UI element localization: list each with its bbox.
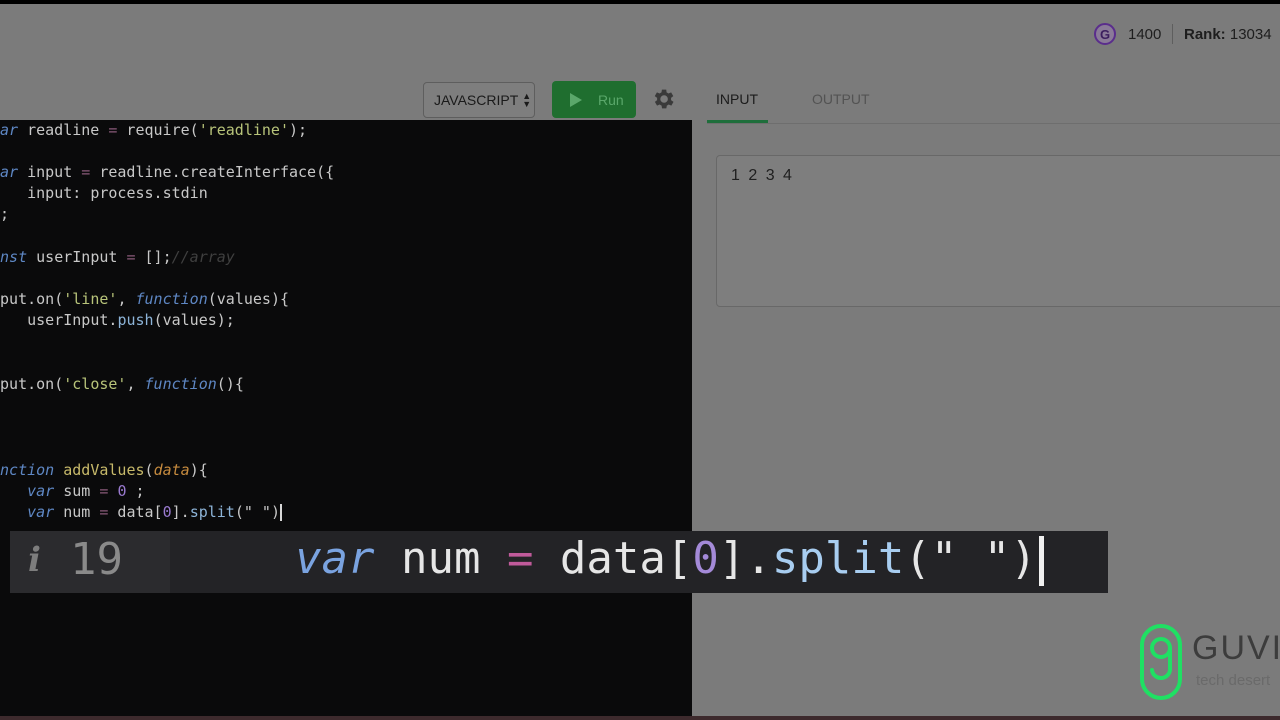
tab-divider (707, 123, 1280, 124)
tab-output[interactable]: OUTPUT (812, 91, 870, 107)
code-line-1: ar readline = require('readline'); (0, 120, 307, 141)
info-icon: i (28, 540, 41, 580)
brand-tagline: tech desert (1196, 672, 1271, 689)
token: (){ (216, 375, 244, 393)
code-line-4: input: process.stdin (0, 183, 208, 204)
token: ar (0, 121, 19, 139)
token: 'readline' (198, 121, 289, 139)
token: readline (18, 121, 109, 139)
token: , (117, 290, 136, 308)
bottom-edge (0, 716, 1280, 720)
zoomed-line-number: 19 (70, 534, 123, 585)
top-bar (0, 4, 1280, 68)
code-line-5: ); (0, 204, 9, 225)
code-line-13: nput.on('close', function(){ (0, 374, 244, 395)
token: onst (0, 248, 28, 266)
token: input (18, 163, 82, 181)
code-line-3: ar input = readline.createInterface({ (0, 162, 334, 183)
token: , (126, 375, 145, 393)
token: ]. (171, 503, 190, 521)
token: function (144, 375, 217, 393)
token: 0 (692, 533, 719, 584)
rank-display: Rank: 13034 (1184, 26, 1272, 43)
code-line-7: onst userInput = [];//array (0, 247, 235, 268)
language-select-value: JAVASCRIPT (434, 92, 519, 108)
token: 0 (162, 503, 172, 521)
token: ]. (718, 533, 772, 584)
play-icon (570, 92, 582, 107)
token: num (374, 533, 507, 584)
stdin-input-value: 1 2 3 4 (731, 167, 794, 184)
code-line-19: var num = data[0].split(" ") (0, 502, 282, 523)
stdin-input[interactable] (716, 155, 1280, 307)
token: ; (126, 482, 145, 500)
token: nput.on( (0, 375, 64, 393)
run-button[interactable]: Run (552, 81, 636, 118)
token: readline.createInterface({ (90, 163, 335, 181)
token: = (126, 248, 136, 266)
run-button-label: Run (598, 91, 624, 108)
token: require( (117, 121, 199, 139)
guvi-logo-icon (1140, 624, 1182, 700)
token: addValues (54, 461, 145, 479)
token: var (27, 503, 55, 521)
token: = (81, 163, 91, 181)
token: var (295, 533, 375, 584)
token: userInput (27, 248, 127, 266)
token: data[ (533, 533, 693, 584)
token: var (27, 482, 55, 500)
token: (values); (153, 311, 235, 329)
token: split (771, 533, 905, 584)
token: input: process.stdin (0, 184, 208, 202)
token: data (153, 461, 190, 479)
points-badge-icon: G (1094, 23, 1116, 45)
token: sum (54, 482, 100, 500)
rank-label: Rank: (1184, 26, 1226, 43)
token: 'close' (63, 375, 127, 393)
token: (" ") (904, 533, 1037, 584)
brand-name: GUVI (1192, 629, 1280, 667)
token: nput.on( (0, 290, 64, 308)
zoomed-code-line: var num = data[0].split(" ") (295, 530, 1044, 588)
token: ( (144, 461, 154, 479)
header-divider (1172, 24, 1173, 44)
code-line-9: nput.on('line', function(values){ (0, 289, 289, 310)
zoomed-text-cursor (1038, 536, 1044, 586)
token: ); (0, 205, 10, 223)
rank-value: 13034 (1229, 26, 1272, 43)
token: userInput. (0, 311, 118, 329)
text-cursor (280, 504, 282, 521)
gear-icon[interactable] (650, 86, 676, 112)
token: ){ (189, 461, 208, 479)
token: //array (171, 248, 235, 266)
token: 'line' (63, 290, 118, 308)
token: = (506, 533, 534, 584)
token: split (189, 503, 235, 521)
language-select[interactable]: JAVASCRIPT ▲ ▼ (423, 82, 535, 118)
code-line-18: var sum = 0 ; (0, 481, 145, 502)
token: (" ") (234, 503, 280, 521)
token: ); (289, 121, 308, 139)
token: []; (135, 248, 172, 266)
points-value: 1400 (1128, 26, 1162, 43)
token: (values){ (207, 290, 290, 308)
tab-input[interactable]: INPUT (716, 91, 758, 107)
token: push (117, 311, 154, 329)
token: data[ (108, 503, 163, 521)
token: ar (0, 163, 19, 181)
code-editor[interactable]: ar readline = require('readline'); ar in… (0, 120, 692, 716)
code-line-17: unction addValues(data){ (0, 460, 208, 481)
select-arrows-icon: ▲ ▼ (522, 91, 532, 109)
code-line-10: userInput.push(values); (0, 310, 235, 331)
token: num (54, 503, 100, 521)
token: unction (0, 461, 55, 479)
token: function (135, 290, 208, 308)
